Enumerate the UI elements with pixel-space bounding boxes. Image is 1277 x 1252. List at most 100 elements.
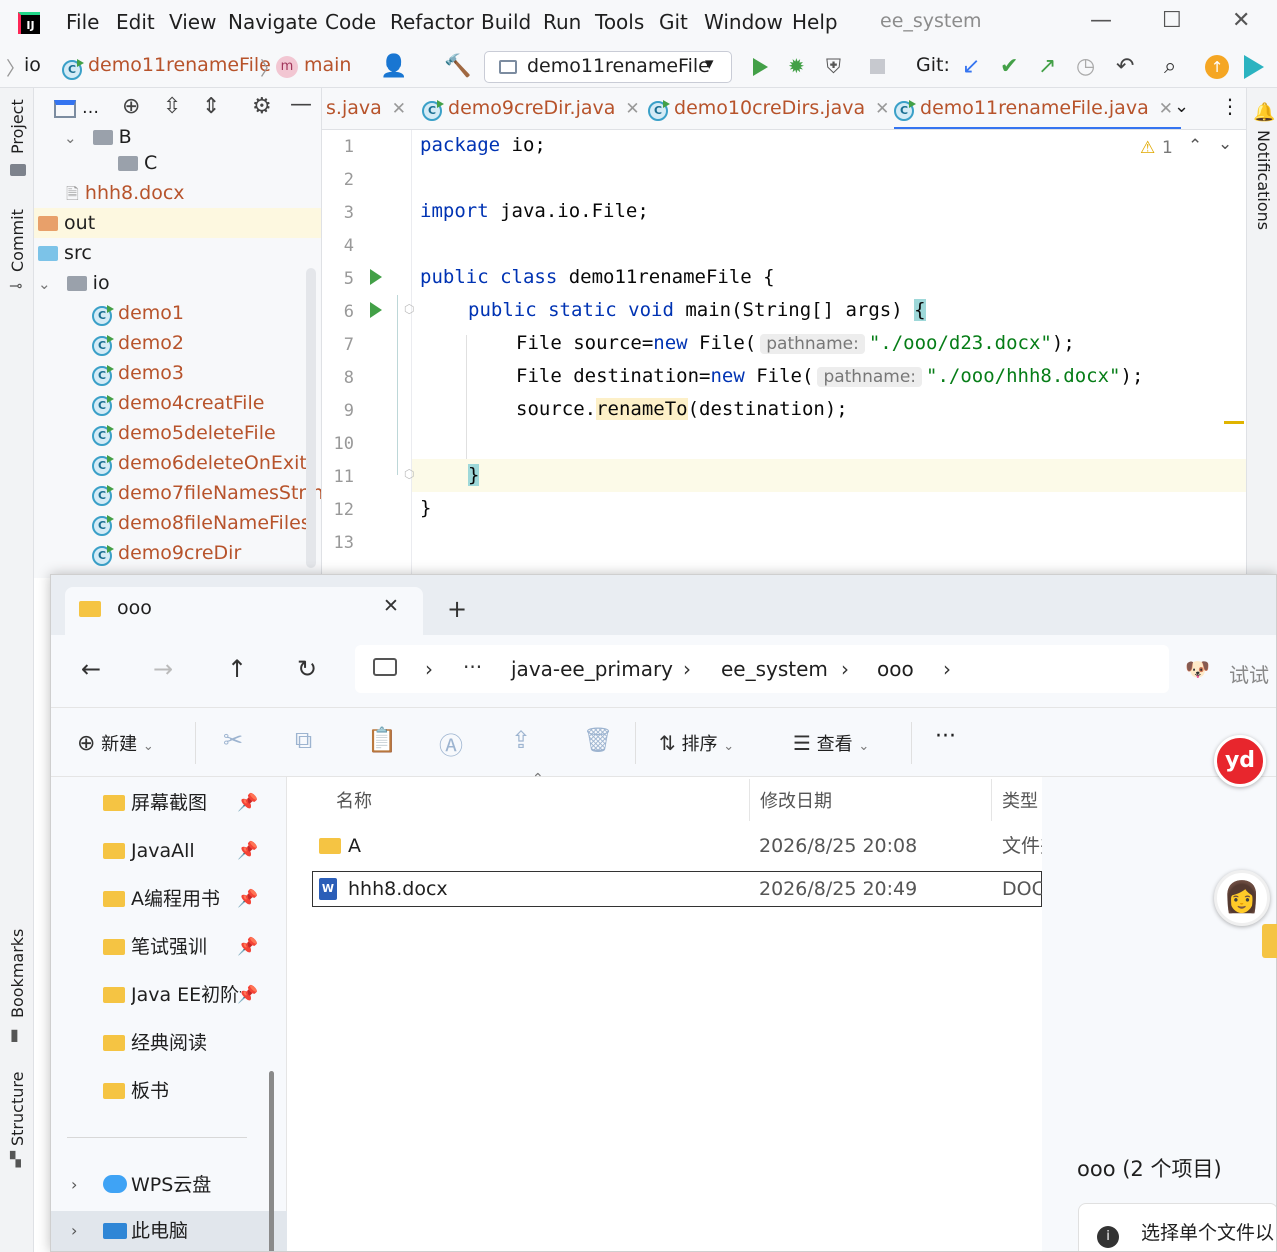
menu-help[interactable]: Help [792, 10, 838, 34]
explorer-tab-ooo[interactable]: ooo ✕ [65, 587, 423, 635]
tree-class[interactable]: C demo2 [34, 328, 321, 358]
run-config-select[interactable]: demo11renameFile ▾ [484, 51, 732, 83]
menu-file[interactable]: File [66, 10, 99, 34]
git-commit-icon[interactable]: ✔ [1000, 54, 1018, 79]
chevron-down-icon[interactable]: ⌄ [1174, 96, 1189, 117]
rollback-icon[interactable]: ↶ [1116, 54, 1134, 79]
delete-icon[interactable]: 🗑 [583, 726, 613, 754]
quick-access-item[interactable]: 屏幕截图 📌 [51, 783, 287, 823]
tree-folder-c[interactable]: C [34, 148, 321, 178]
side-folder-tab[interactable] [1262, 924, 1277, 958]
nav-wps-cloud[interactable]: › WPS云盘 [51, 1165, 287, 1205]
close-tab-icon[interactable]: ✕ [625, 99, 639, 119]
forward-arrow-icon[interactable]: → [153, 655, 173, 683]
nav-scrollbar[interactable] [269, 1071, 274, 1251]
tab-prev-file[interactable]: s.java ✕ [326, 88, 406, 129]
menu-build[interactable]: Build [481, 10, 531, 34]
code-editor[interactable]: 1 2 3 4 5 6 7 8 9 10 11 12 13 ⬡ ⬡ packag… [322, 130, 1246, 578]
pin-icon[interactable]: 📌 [237, 975, 258, 1015]
menu-git[interactable]: Git [659, 10, 688, 34]
search-placeholder[interactable]: 试试 [1229, 659, 1269, 688]
debug-bug-icon[interactable]: ✹ [788, 54, 805, 78]
gear-icon[interactable]: ⚙ [252, 94, 272, 119]
collapse-all-icon[interactable]: ⇕ [202, 94, 220, 119]
fold-icon[interactable]: ⬡ [404, 467, 414, 481]
update-icon[interactable]: ↑ [1205, 55, 1229, 79]
tree-class[interactable]: C demo6deleteOnExit [34, 448, 321, 478]
view-button[interactable]: ☰ 查看 ⌄ [793, 730, 869, 756]
column-header-date[interactable]: 修改日期 [760, 787, 832, 813]
youdao-badge[interactable]: yd [1214, 735, 1266, 787]
tree-package-io[interactable]: ⌄ io [34, 268, 321, 298]
tool-bookmarks[interactable]: Bookmarks [8, 929, 27, 1018]
close-icon[interactable]: ✕ [1232, 8, 1250, 33]
more-options-button[interactable]: ··· [935, 724, 956, 749]
column-divider[interactable] [749, 779, 750, 821]
rename-icon[interactable]: Ⓐ [439, 726, 463, 761]
tab-demo10[interactable]: C demo10creDirs.java ✕ [648, 88, 889, 129]
project-view-icon[interactable] [54, 100, 76, 118]
pin-icon[interactable]: 📌 [237, 831, 258, 871]
project-view-more[interactable]: … [82, 98, 99, 118]
menu-view[interactable]: View [169, 10, 216, 34]
tree-class[interactable]: C demo3 [34, 358, 321, 388]
refresh-icon[interactable]: ↻ [297, 655, 317, 683]
menu-navigate[interactable]: Navigate [228, 10, 318, 34]
minimize-icon[interactable]: — [1090, 8, 1112, 33]
address-segment[interactable]: ooo [877, 657, 914, 681]
tab-demo11-active[interactable]: C demo11renameFile.java ✕ [894, 88, 1181, 129]
expand-all-icon[interactable]: ⇳ [163, 94, 181, 119]
paste-icon[interactable]: 📋 [367, 726, 397, 754]
quick-access-item[interactable]: JavaAll 📌 [51, 831, 287, 871]
breadcrumb-method[interactable]: main [304, 54, 351, 76]
tool-project[interactable]: Project [8, 99, 27, 154]
pin-icon[interactable]: 📌 [237, 879, 258, 919]
plugin-logo-icon[interactable] [1244, 55, 1264, 79]
tool-structure[interactable]: Structure [8, 1072, 27, 1146]
close-tab-icon[interactable]: ✕ [875, 99, 889, 119]
more-vertical-icon[interactable]: ⋮ [1220, 94, 1240, 118]
new-button[interactable]: ⊕ 新建 ⌄ [77, 730, 154, 756]
chevron-down-icon[interactable]: ⌄ [1218, 134, 1232, 154]
tree-class[interactable]: C demo1 [34, 298, 321, 328]
share-icon[interactable]: ⇪ [511, 726, 531, 754]
git-push-icon[interactable]: ↗ [1038, 54, 1056, 79]
tree-folder-src[interactable]: src [34, 238, 321, 268]
menu-code[interactable]: Code [325, 10, 376, 34]
sort-button[interactable]: ⇅ 排序 ⌄ [659, 730, 734, 756]
quick-access-item[interactable]: A编程用书 📌 [51, 879, 287, 919]
project-scrollbar[interactable] [306, 268, 316, 568]
tree-class[interactable]: C demo4creatFile [34, 388, 321, 418]
warning-stripe-marker[interactable] [1224, 421, 1244, 424]
menu-window[interactable]: Window [704, 10, 783, 34]
tool-notifications[interactable]: Notifications [1254, 130, 1273, 230]
run-gutter-icon[interactable] [370, 269, 382, 285]
assistant-avatar-icon[interactable]: 👩 [1214, 870, 1270, 926]
column-divider[interactable] [991, 779, 992, 821]
quick-access-item[interactable]: 板书 [51, 1071, 287, 1111]
coverage-icon[interactable]: ⛨ [826, 54, 841, 78]
close-tab-icon[interactable]: ✕ [383, 595, 399, 617]
bell-icon[interactable]: 🔔 [1253, 102, 1275, 123]
menu-edit[interactable]: Edit [116, 10, 155, 34]
fold-icon[interactable]: ⬡ [404, 302, 414, 316]
menu-refactor[interactable]: Refactor [390, 10, 474, 34]
close-tab-icon[interactable]: ✕ [392, 99, 406, 119]
pin-icon[interactable]: 📌 [237, 927, 258, 967]
locate-icon[interactable]: ⊕ [122, 94, 140, 119]
tree-class[interactable]: C demo5deleteFile [34, 418, 321, 448]
menu-run[interactable]: Run [543, 10, 581, 34]
close-tab-icon[interactable]: ✕ [1159, 99, 1173, 119]
pin-icon[interactable]: 📌 [237, 783, 258, 823]
search-icon[interactable]: ⌕ [1164, 54, 1176, 79]
address-segment[interactable]: java-ee_primary [511, 657, 673, 681]
new-tab-button[interactable]: + [447, 595, 467, 623]
hide-panel-icon[interactable]: — [290, 92, 312, 117]
quick-access-item[interactable]: 笔试强训 📌 [51, 927, 287, 967]
menu-tools[interactable]: Tools [595, 10, 644, 34]
tree-class[interactable]: C demo8fileNameFiles [34, 508, 321, 538]
tree-class[interactable]: C demo7fileNamesString [34, 478, 321, 508]
maximize-icon[interactable]: ☐ [1162, 8, 1182, 33]
copy-icon[interactable]: ⧉ [295, 726, 312, 754]
nav-this-pc[interactable]: › 此电脑 [51, 1211, 287, 1251]
